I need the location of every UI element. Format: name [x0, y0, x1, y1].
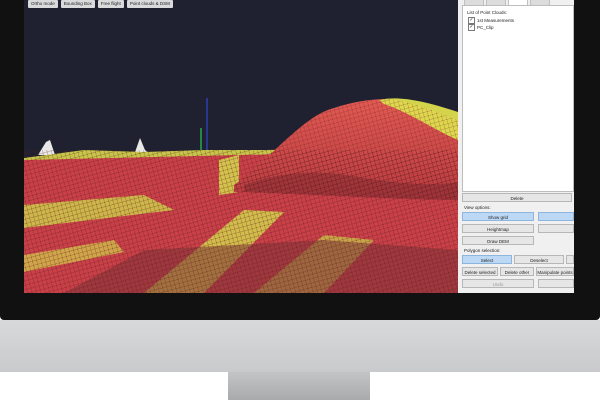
- deselect-button[interactable]: Deselect: [514, 255, 564, 264]
- point-cloud-item[interactable]: ✓ PC_Clip: [468, 24, 494, 31]
- point-cloud-item-label: 1st Measurements: [477, 18, 515, 23]
- monitor-stand: [228, 372, 370, 400]
- point-clouds-dsm-button[interactable]: Point clouds & DSM: [126, 0, 173, 8]
- show-grid-button[interactable]: Show grid: [462, 212, 534, 221]
- bounding-box-button[interactable]: Bounding Box: [60, 0, 95, 8]
- monitor-chin: [0, 320, 600, 372]
- draw-dem-button[interactable]: Draw DEM: [462, 236, 534, 245]
- point-cloud-list-title: List of Point Clouds:: [467, 10, 508, 15]
- viewport-toolbar: Ortho mode Bounding Box Free flight Poin…: [24, 0, 173, 10]
- side-panel: List of Point Clouds: ✓ 1st Measurements…: [458, 0, 574, 293]
- delete-cloud-button[interactable]: Delete: [462, 193, 572, 202]
- polygon-selection-label: Polygon selection:: [464, 248, 501, 253]
- free-flight-button[interactable]: Free flight: [97, 0, 124, 8]
- point-cloud-viewport[interactable]: Ortho mode Bounding Box Free flight Poin…: [24, 0, 458, 293]
- polygon-option-button[interactable]: [538, 279, 574, 288]
- view-options-label: View options:: [464, 205, 491, 210]
- view-option-button[interactable]: [538, 224, 574, 233]
- point-cloud-list: List of Point Clouds: ✓ 1st Measurements…: [462, 5, 574, 192]
- point-cloud-item-label: PC_Clip: [477, 25, 494, 30]
- checkbox-checked-icon[interactable]: ✓: [468, 17, 475, 24]
- view-option-button[interactable]: [538, 212, 574, 221]
- delete-other-button[interactable]: Delete other: [500, 267, 534, 276]
- undo-button[interactable]: Undo: [462, 279, 534, 288]
- delete-selected-button[interactable]: Delete selected: [462, 267, 498, 276]
- polygon-option-button[interactable]: [566, 255, 574, 264]
- ortho-mode-button[interactable]: Ortho mode: [28, 0, 58, 8]
- checkbox-checked-icon[interactable]: ✓: [468, 24, 475, 31]
- manipulate-points-button[interactable]: Manipulate points: [536, 267, 574, 276]
- heightmap-button[interactable]: Heightmap: [462, 224, 534, 233]
- select-button[interactable]: Select: [462, 255, 512, 264]
- point-cloud-render: [24, 0, 458, 293]
- app-screen: Ortho mode Bounding Box Free flight Poin…: [24, 0, 574, 293]
- point-cloud-item[interactable]: ✓ 1st Measurements: [468, 17, 514, 24]
